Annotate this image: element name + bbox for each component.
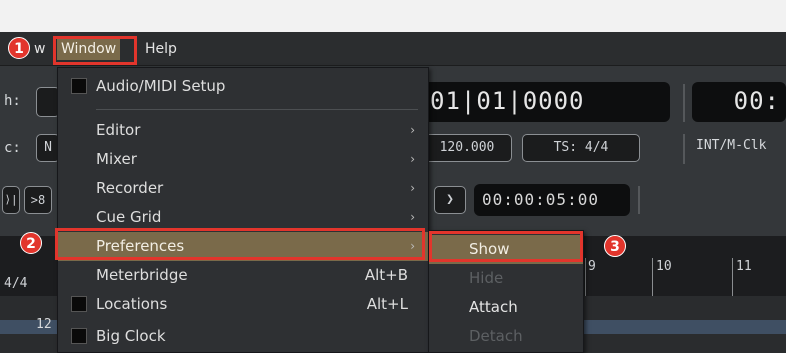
menu-view-partial[interactable]: w [30,38,49,60]
annotation-badge-3: 3 [604,235,626,257]
checkbox-icon [71,78,87,94]
tempo-button[interactable]: 120.000 [422,134,512,162]
submenu-item-label: Detach [469,327,523,345]
primary-clock[interactable]: 01|01|0000 [422,82,670,122]
secondary-clock[interactable]: 00: [692,82,786,122]
menu-item-recorder[interactable]: Recorder › [58,174,428,203]
divider [683,84,685,122]
submenu-arrow-icon: › [410,181,415,195]
menu-item-label: Mixer [96,150,137,168]
region-number: 12 [36,317,52,332]
menu-separator [96,109,418,110]
time-signature-button[interactable]: TS: 4/4 [522,134,640,162]
menu-item-shortcut: Alt+B [364,266,408,284]
annotation-box-show [429,231,583,262]
annotation-box-preferences [55,228,425,260]
menu-item-label: Locations [96,295,168,313]
punch-label: h: [4,93,21,109]
menu-item-label: Editor [96,121,141,139]
menu-item-audio-midi-setup[interactable]: Audio/MIDI Setup [58,72,428,101]
menu-item-big-clock[interactable]: Big Clock [58,322,428,351]
menu-item-label: Audio/MIDI Setup [96,77,226,95]
annotation-box-window [53,36,137,65]
menu-item-mixer[interactable]: Mixer › [58,145,428,174]
ruler-tick [732,258,733,296]
meter-label: 4/4 [4,276,28,291]
submenu-item-label: Hide [469,269,504,287]
menu-item-label: Big Clock [96,327,166,345]
checkbox-icon [71,296,87,312]
menu-item-editor[interactable]: Editor › [58,116,428,145]
screenshot-stage: w Window Help h: c: N 01|01|0000 00: 120… [0,0,786,353]
menu-item-locations[interactable]: Locations Alt+L [58,290,428,319]
submenu-arrow-icon: › [410,123,415,137]
sync-label: c: [4,140,21,156]
submenu-item-attach[interactable]: Attach [429,293,583,322]
window-chrome-top [0,0,786,32]
menu-item-shortcut: Alt+L [366,295,408,313]
annotation-badge-1: 1 [8,37,30,59]
nudge-clock[interactable]: 00:00:05:00 [474,184,630,216]
ruler-marker-10: 10 [656,259,672,274]
menu-item-meterbridge[interactable]: Meterbridge Alt+B [58,261,428,290]
ruler-marker-11: 11 [736,259,752,274]
ruler-tick [585,258,586,296]
ruler-marker-9: 9 [588,259,596,274]
window-menu: Audio/MIDI Setup Editor › Mixer › Record… [57,67,429,353]
nudge-forward-button[interactable]: ❯ [434,186,466,214]
checkbox-icon [71,328,87,344]
submenu-arrow-icon: › [410,152,415,166]
menu-item-label: Recorder [96,179,164,197]
annotation-badge-2: 2 [20,232,42,254]
menu-item-label: Meterbridge [96,266,188,284]
ruler-tick [652,258,653,296]
divider [683,134,685,164]
divider [638,186,640,214]
menu-help[interactable]: Help [141,38,181,60]
submenu-item-detach: Detach [429,322,583,351]
cut-button[interactable]: >8 [24,186,52,214]
prev-marker-button[interactable]: ⟩| [2,186,20,214]
submenu-item-hide: Hide [429,264,583,293]
clock-source[interactable]: INT/M-Clk [696,138,766,153]
submenu-item-label: Attach [469,298,518,316]
